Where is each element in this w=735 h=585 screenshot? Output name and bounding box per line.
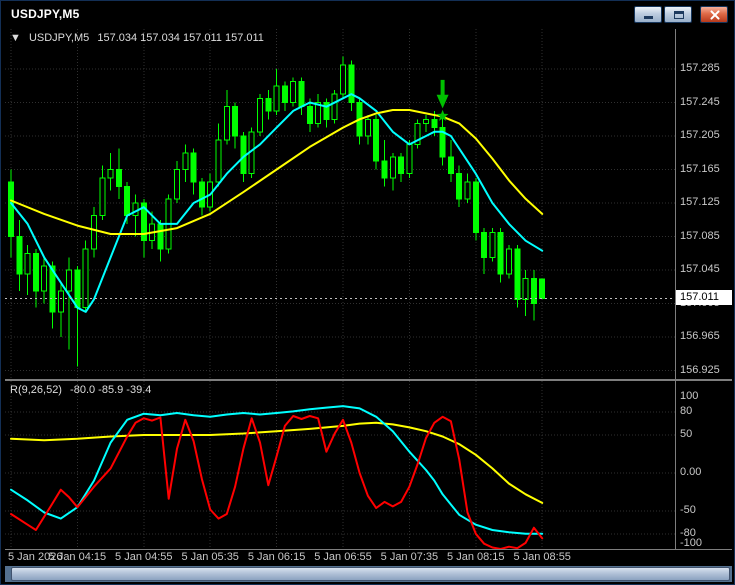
price-axis-label: 157.085: [680, 229, 720, 242]
chart-content: ▼ USDJPY,M5 157.034 157.034 157.011 157.…: [5, 29, 732, 582]
sell-arrow-icon: [436, 79, 449, 109]
indicator-pane[interactable]: R(9,26,52) -80.0 -85.9 -39.4 100 80 50 0.00…: [5, 381, 732, 549]
window-controls: [632, 6, 728, 23]
indicator-axis-label: 0.00: [680, 466, 702, 478]
price-axis-label: 157.205: [680, 129, 720, 141]
time-axis-label: 5 Jan 06:15: [247, 551, 306, 563]
indicator-header: R(9,26,52) -80.0 -85.9 -39.4: [10, 384, 156, 396]
time-axis-label: 5 Jan 05:35: [181, 551, 239, 563]
price-axis-label: 157.285: [680, 62, 720, 74]
time-axis-label: 5 Jan 04:15: [48, 551, 107, 563]
candlestick-chart[interactable]: [5, 29, 675, 379]
minimize-button[interactable]: [634, 6, 662, 23]
title-bar[interactable]: USDJPY,M5: [5, 3, 730, 27]
price-axis-label: 156.965: [680, 330, 720, 342]
oscillator-chart[interactable]: [5, 381, 675, 549]
time-axis-label: 5 Jan 07:35: [380, 551, 439, 563]
time-axis-label: 5 Jan 08:15: [447, 551, 505, 563]
mt4-chart-window: USDJPY,M5 ▼ USDJPY,M5 157.034 157.034 15…: [0, 0, 735, 585]
time-axis-label: 5 Jan 08:55: [513, 551, 571, 563]
indicator-values: -80.0 -85.9 -39.4: [70, 384, 152, 396]
indicator-axis-label: 100: [680, 390, 699, 402]
chart-ohlc-values: 157.034 157.034 157.011 157.011: [97, 32, 264, 44]
maximize-button[interactable]: [664, 6, 692, 23]
minimize-icon: [644, 16, 653, 19]
indicator-name: R(9,26,52): [10, 384, 62, 396]
close-icon: [709, 9, 721, 21]
price-axis-label: 157.245: [680, 95, 720, 108]
maximize-icon: [674, 11, 684, 19]
indicator-axis-label: -100: [680, 537, 703, 549]
price-axis-label: 156.925: [680, 363, 720, 376]
window-title: USDJPY,M5: [11, 7, 80, 21]
chart-menu-triangle-icon[interactable]: ▼: [10, 32, 21, 44]
chart-symbol-period: USDJPY,M5: [28, 32, 90, 44]
time-axis-label: 5 Jan 06:55: [314, 551, 372, 563]
price-axis-label: 157.045: [680, 263, 720, 275]
indicator-axis-label: -50: [680, 504, 696, 516]
current-price-tag: 157.011: [676, 290, 732, 306]
horizontal-scrollbar[interactable]: [5, 566, 732, 582]
scrollbar-thumb[interactable]: [11, 567, 730, 581]
close-button[interactable]: [700, 6, 728, 23]
indicator-axis-label: 80: [680, 405, 693, 418]
time-axis-label: 5 Jan 04:55: [115, 551, 173, 563]
price-axis-label: 157.125: [680, 196, 720, 208]
indicator-axis-label: 50: [680, 428, 693, 440]
main-chart-pane[interactable]: ▼ USDJPY,M5 157.034 157.034 157.011 157.…: [5, 29, 732, 379]
time-axis[interactable]: 5 Jan 2026 5 Jan 04:15 5 Jan 04:55 5 Jan 05…: [5, 550, 732, 566]
price-axis-label: 157.165: [680, 162, 720, 175]
chart-ohlc-header: ▼ USDJPY,M5 157.034 157.034 157.011 157.…: [10, 32, 269, 44]
